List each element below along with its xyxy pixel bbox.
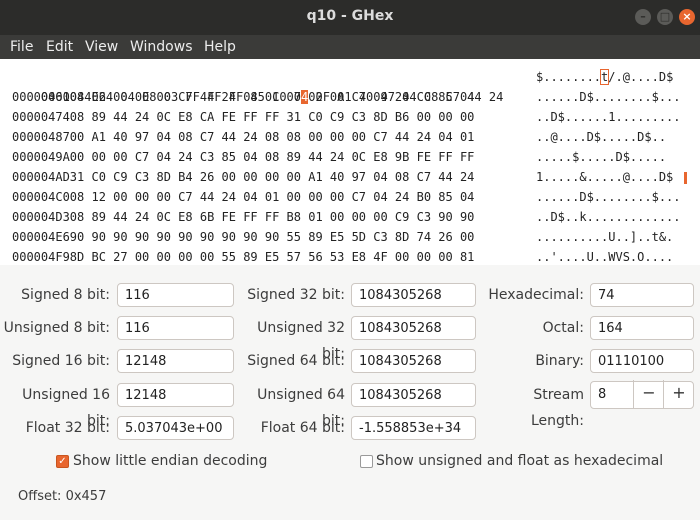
menu-windows[interactable]: Windows xyxy=(130,35,193,59)
hex-bytes[interactable]: A1 40 97 04 08 C7 44 24 08 08 00 00 00 C… xyxy=(91,130,474,144)
float32-field[interactable]: 5.037043e+00 xyxy=(117,416,234,440)
hex-view[interactable]: 0000044E24 04 E8 03 FF FF FF 85 C0 74 2F… xyxy=(0,59,700,265)
signed64-field[interactable]: 1084305268 xyxy=(351,349,476,373)
octal-label: Octal: xyxy=(542,320,584,336)
unsigned32-field[interactable]: 1084305268 xyxy=(351,316,476,340)
little-endian-label[interactable]: Show little endian decoding xyxy=(73,452,267,470)
hex-bytes[interactable]: 89 44 24 0C E8 CA FE FF FF 31 C0 C9 C3 8… xyxy=(91,110,474,124)
unsigned-hex-label[interactable]: Show unsigned and float as hexadecimal xyxy=(376,452,663,470)
hex-ascii[interactable]: ......D$........$... xyxy=(536,187,681,207)
signed16-label: Signed 16 bit: xyxy=(12,353,110,369)
hex-address: 000004C008 xyxy=(12,190,85,204)
scrollbar-thumb[interactable] xyxy=(684,172,687,184)
float32-label: Float 32 bit: xyxy=(25,420,110,436)
hex-ascii[interactable]: ..D$..k............. xyxy=(536,207,681,227)
offset-status: Offset: 0x457 xyxy=(18,489,107,504)
hex-bytes[interactable]: 00 00 C7 04 24 C3 85 04 08 89 44 24 0C E… xyxy=(91,150,474,164)
signed64-label: Signed 64 bit: xyxy=(247,353,345,369)
float64-field[interactable]: -1.558853e+34 xyxy=(351,416,476,440)
signed8-field[interactable]: 116 xyxy=(117,283,234,307)
hex-row[interactable]: 000004F98D BC 27 00 00 00 00 55 89 E5 57… xyxy=(12,247,673,267)
unsigned8-label: Unsigned 8 bit: xyxy=(3,320,110,336)
hex-ascii[interactable]: ..@....D$.....D$.. xyxy=(536,127,666,147)
binary-label: Binary: xyxy=(535,353,584,369)
hex-ascii[interactable]: ..'....U..WVS.O.... xyxy=(536,247,673,267)
hex-ascii[interactable]: ..D$......1......... xyxy=(536,107,681,127)
title-bar: q10 - GHex – □ × xyxy=(0,0,700,35)
hex-address: 000004F98D xyxy=(12,250,85,264)
hex-row[interactable]: 0000044E24 04 E8 03 FF FF FF 85 C0 74 2F… xyxy=(12,67,673,104)
hex-bytes[interactable]: 90 90 90 90 90 90 90 90 90 55 89 E5 5D C… xyxy=(91,230,474,244)
unsigned16-field[interactable]: 12148 xyxy=(117,383,234,407)
unsigned8-field[interactable]: 116 xyxy=(117,316,234,340)
unsigned-hex-checkbox[interactable] xyxy=(360,455,373,468)
increment-button[interactable]: + xyxy=(663,380,694,408)
hex-bytes[interactable]: 12 00 00 00 C7 44 24 04 01 00 00 00 C7 0… xyxy=(91,190,474,204)
signed8-label: Signed 8 bit: xyxy=(21,287,110,303)
menu-bar: File Edit View Windows Help xyxy=(0,35,700,59)
window-title: q10 - GHex xyxy=(306,8,394,24)
stream-length-label: Stream Length: xyxy=(530,387,584,429)
octal-field[interactable]: 164 xyxy=(590,316,694,340)
hex-row[interactable]: 0000047408 89 44 24 0C E8 CA FE FF FF 31… xyxy=(12,107,681,127)
hex-bytes[interactable]: 89 44 24 0C E8 6B FE FF FF B8 01 00 00 0… xyxy=(91,210,474,224)
hex-row[interactable]: 000004E690 90 90 90 90 90 90 90 90 90 55… xyxy=(12,227,673,247)
menu-help[interactable]: Help xyxy=(204,35,236,59)
hex-ascii[interactable]: $........t/.@....D$ xyxy=(536,67,673,87)
hex-row[interactable]: 0000048700 A1 40 97 04 08 C7 44 24 08 08… xyxy=(12,127,666,147)
hex-address: 0000049A00 xyxy=(12,150,85,164)
hex-row[interactable]: 0000049A00 00 00 C7 04 24 C3 85 04 08 89… xyxy=(12,147,666,167)
minimize-icon[interactable]: – xyxy=(635,9,651,25)
hex-ascii[interactable]: .....$.....D$..... xyxy=(536,147,666,167)
hex-address: 0000047408 xyxy=(12,110,85,124)
hex-bytes[interactable]: BC 27 00 00 00 00 55 89 E5 57 56 53 E8 4… xyxy=(91,250,474,264)
hex-address: 000004D308 xyxy=(12,210,85,224)
signed32-field[interactable]: 1084305268 xyxy=(351,283,476,307)
hex-row[interactable]: 000004C008 12 00 00 00 C7 44 24 04 01 00… xyxy=(12,187,681,207)
hex-ascii[interactable]: ......D$........$... xyxy=(536,87,681,107)
hex-address: 000004E690 xyxy=(12,230,85,244)
stream-length-value[interactable]: 8 xyxy=(598,387,606,402)
hex-row[interactable]: 0000046108 06 00 00 00 C7 44 24 04 01 00… xyxy=(12,87,681,107)
decrement-button[interactable]: − xyxy=(633,380,664,408)
maximize-icon[interactable]: □ xyxy=(657,9,673,25)
hex-ascii[interactable]: 1.....&.....@....D$ xyxy=(536,167,673,187)
hex-bytes[interactable]: 06 00 00 00 C7 44 24 04 01 00 00 00 C7 0… xyxy=(91,90,474,104)
hex-address: 000004AD31 xyxy=(12,170,85,184)
signed16-field[interactable]: 12148 xyxy=(117,349,234,373)
binary-field[interactable]: 01110100 xyxy=(590,349,694,373)
signed32-label: Signed 32 bit: xyxy=(247,287,345,303)
hexadecimal-field[interactable]: 74 xyxy=(590,283,694,307)
hex-address: 0000048700 xyxy=(12,130,85,144)
little-endian-checkbox[interactable]: ✓ xyxy=(56,455,69,468)
menu-edit[interactable]: Edit xyxy=(46,35,73,59)
hex-ascii[interactable]: ..........U..]..t&. xyxy=(536,227,673,247)
menu-file[interactable]: File xyxy=(10,35,33,59)
hex-address: 0000046108 xyxy=(12,90,85,104)
hex-row[interactable]: 000004D308 89 44 24 0C E8 6B FE FF FF B8… xyxy=(12,207,681,227)
menu-view[interactable]: View xyxy=(85,35,118,59)
hex-bytes[interactable]: C0 C9 C3 8D B4 26 00 00 00 00 A1 40 97 0… xyxy=(91,170,474,184)
unsigned64-field[interactable]: 1084305268 xyxy=(351,383,476,407)
hexadecimal-label: Hexadecimal: xyxy=(488,287,584,303)
hex-row[interactable]: 000004AD31 C0 C9 C3 8D B4 26 00 00 00 00… xyxy=(12,167,673,187)
close-icon[interactable]: × xyxy=(679,9,695,25)
float64-label: Float 64 bit: xyxy=(260,420,345,436)
